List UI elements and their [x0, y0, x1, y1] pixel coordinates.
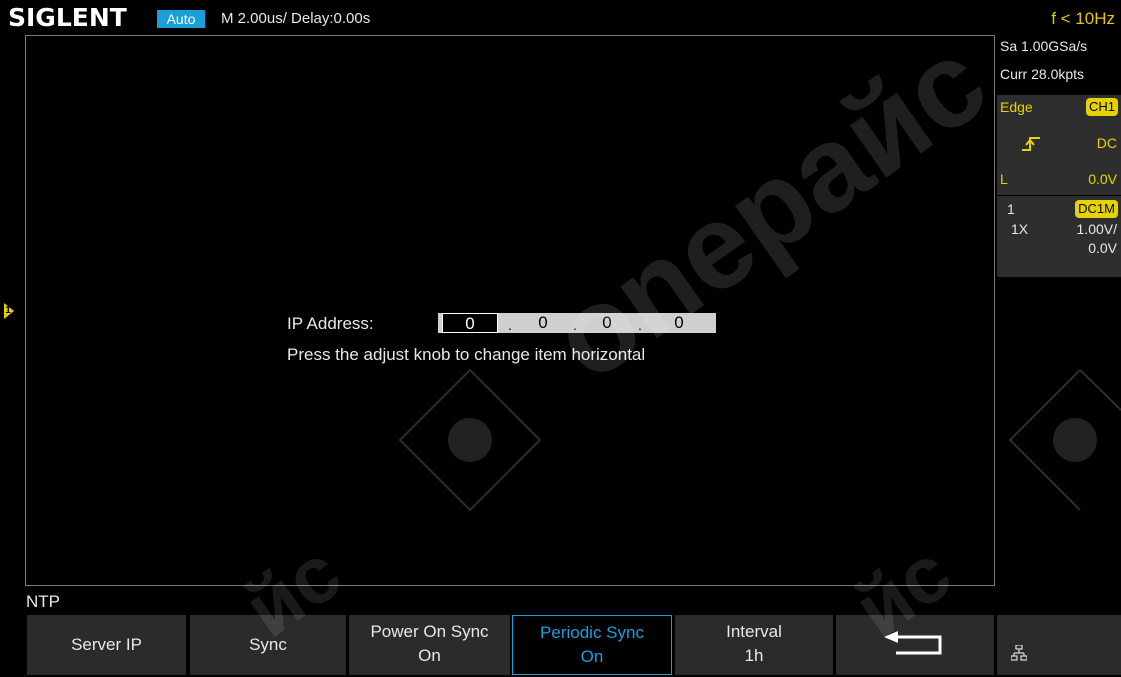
trigger-coupling: DC [1096, 135, 1117, 151]
softkey-value: 1h [744, 646, 764, 665]
siglent-logo: SIGLENT [8, 3, 127, 32]
ip-octet-4[interactable]: 0 [658, 313, 700, 333]
back-button[interactable] [836, 615, 994, 675]
softkey-label: Interval [726, 622, 782, 641]
ip-octet-1[interactable]: 0 [442, 313, 498, 333]
memory-depth: Curr 28.0kpts [1000, 66, 1085, 82]
sync-button[interactable]: Sync [190, 615, 346, 675]
return-arrow-icon [878, 631, 954, 659]
waveform-display [25, 35, 995, 586]
probe-attenuation: 1X [1011, 221, 1029, 237]
timebase-readout: M 2.00us/ Delay:0.00s [221, 10, 371, 27]
volts-per-div: 1.00V/ [1076, 221, 1117, 237]
ip-dot: . [508, 317, 512, 333]
trigger-level-label: L [1000, 171, 1008, 187]
trigger-type: Edge [1000, 99, 1033, 115]
ip-address-input[interactable]: 0 . 0 . 0 . 0 [438, 313, 716, 333]
sample-rate: Sa 1.00GSa/s [1000, 38, 1088, 54]
periodic-sync-button[interactable]: Periodic Sync On [512, 615, 672, 675]
softkey-label: Server IP [71, 635, 142, 654]
softkey-value: On [580, 647, 604, 666]
menu-title: NTP [26, 592, 60, 611]
channel-1-info-box[interactable]: 1 DC1M 1X 1.00V/ 0.0V [997, 195, 1121, 277]
ip-hint-text: Press the adjust knob to change item hor… [287, 345, 646, 364]
ip-octet-3[interactable]: 0 [586, 313, 628, 333]
rising-edge-icon [1021, 135, 1041, 153]
ip-octet-2[interactable]: 0 [522, 313, 564, 333]
softkey-label: Periodic Sync [540, 623, 644, 642]
ip-dot: . [638, 317, 642, 333]
server-ip-button[interactable]: Server IP [27, 615, 186, 675]
trigger-level-value: 0.0V [1088, 171, 1117, 187]
channel-coupling-badge: DC1M [1075, 200, 1118, 218]
channel-number: 1 [1007, 201, 1015, 217]
status-bar: SIGLENT Auto M 2.00us/ Delay:0.00s f < 1… [0, 0, 1121, 34]
trigger-source-badge: CH1 [1085, 98, 1118, 116]
softkey-label: Power On Sync [370, 622, 489, 641]
acquisition-mode-badge[interactable]: Auto [157, 10, 205, 28]
interval-button[interactable]: Interval 1h [675, 615, 833, 675]
ip-dot: . [573, 317, 577, 333]
frequency-counter: f < 10Hz [1051, 9, 1115, 28]
channel-marker-label: 1 [5, 305, 11, 316]
channel-offset: 0.0V [1088, 240, 1117, 256]
power-on-sync-button[interactable]: Power On Sync On [349, 615, 510, 675]
network-status-button[interactable] [997, 615, 1121, 675]
softkey-label: Sync [249, 635, 287, 654]
ip-address-label: IP Address: [287, 314, 374, 333]
network-icon [1010, 644, 1028, 661]
softkey-value: On [418, 646, 441, 665]
